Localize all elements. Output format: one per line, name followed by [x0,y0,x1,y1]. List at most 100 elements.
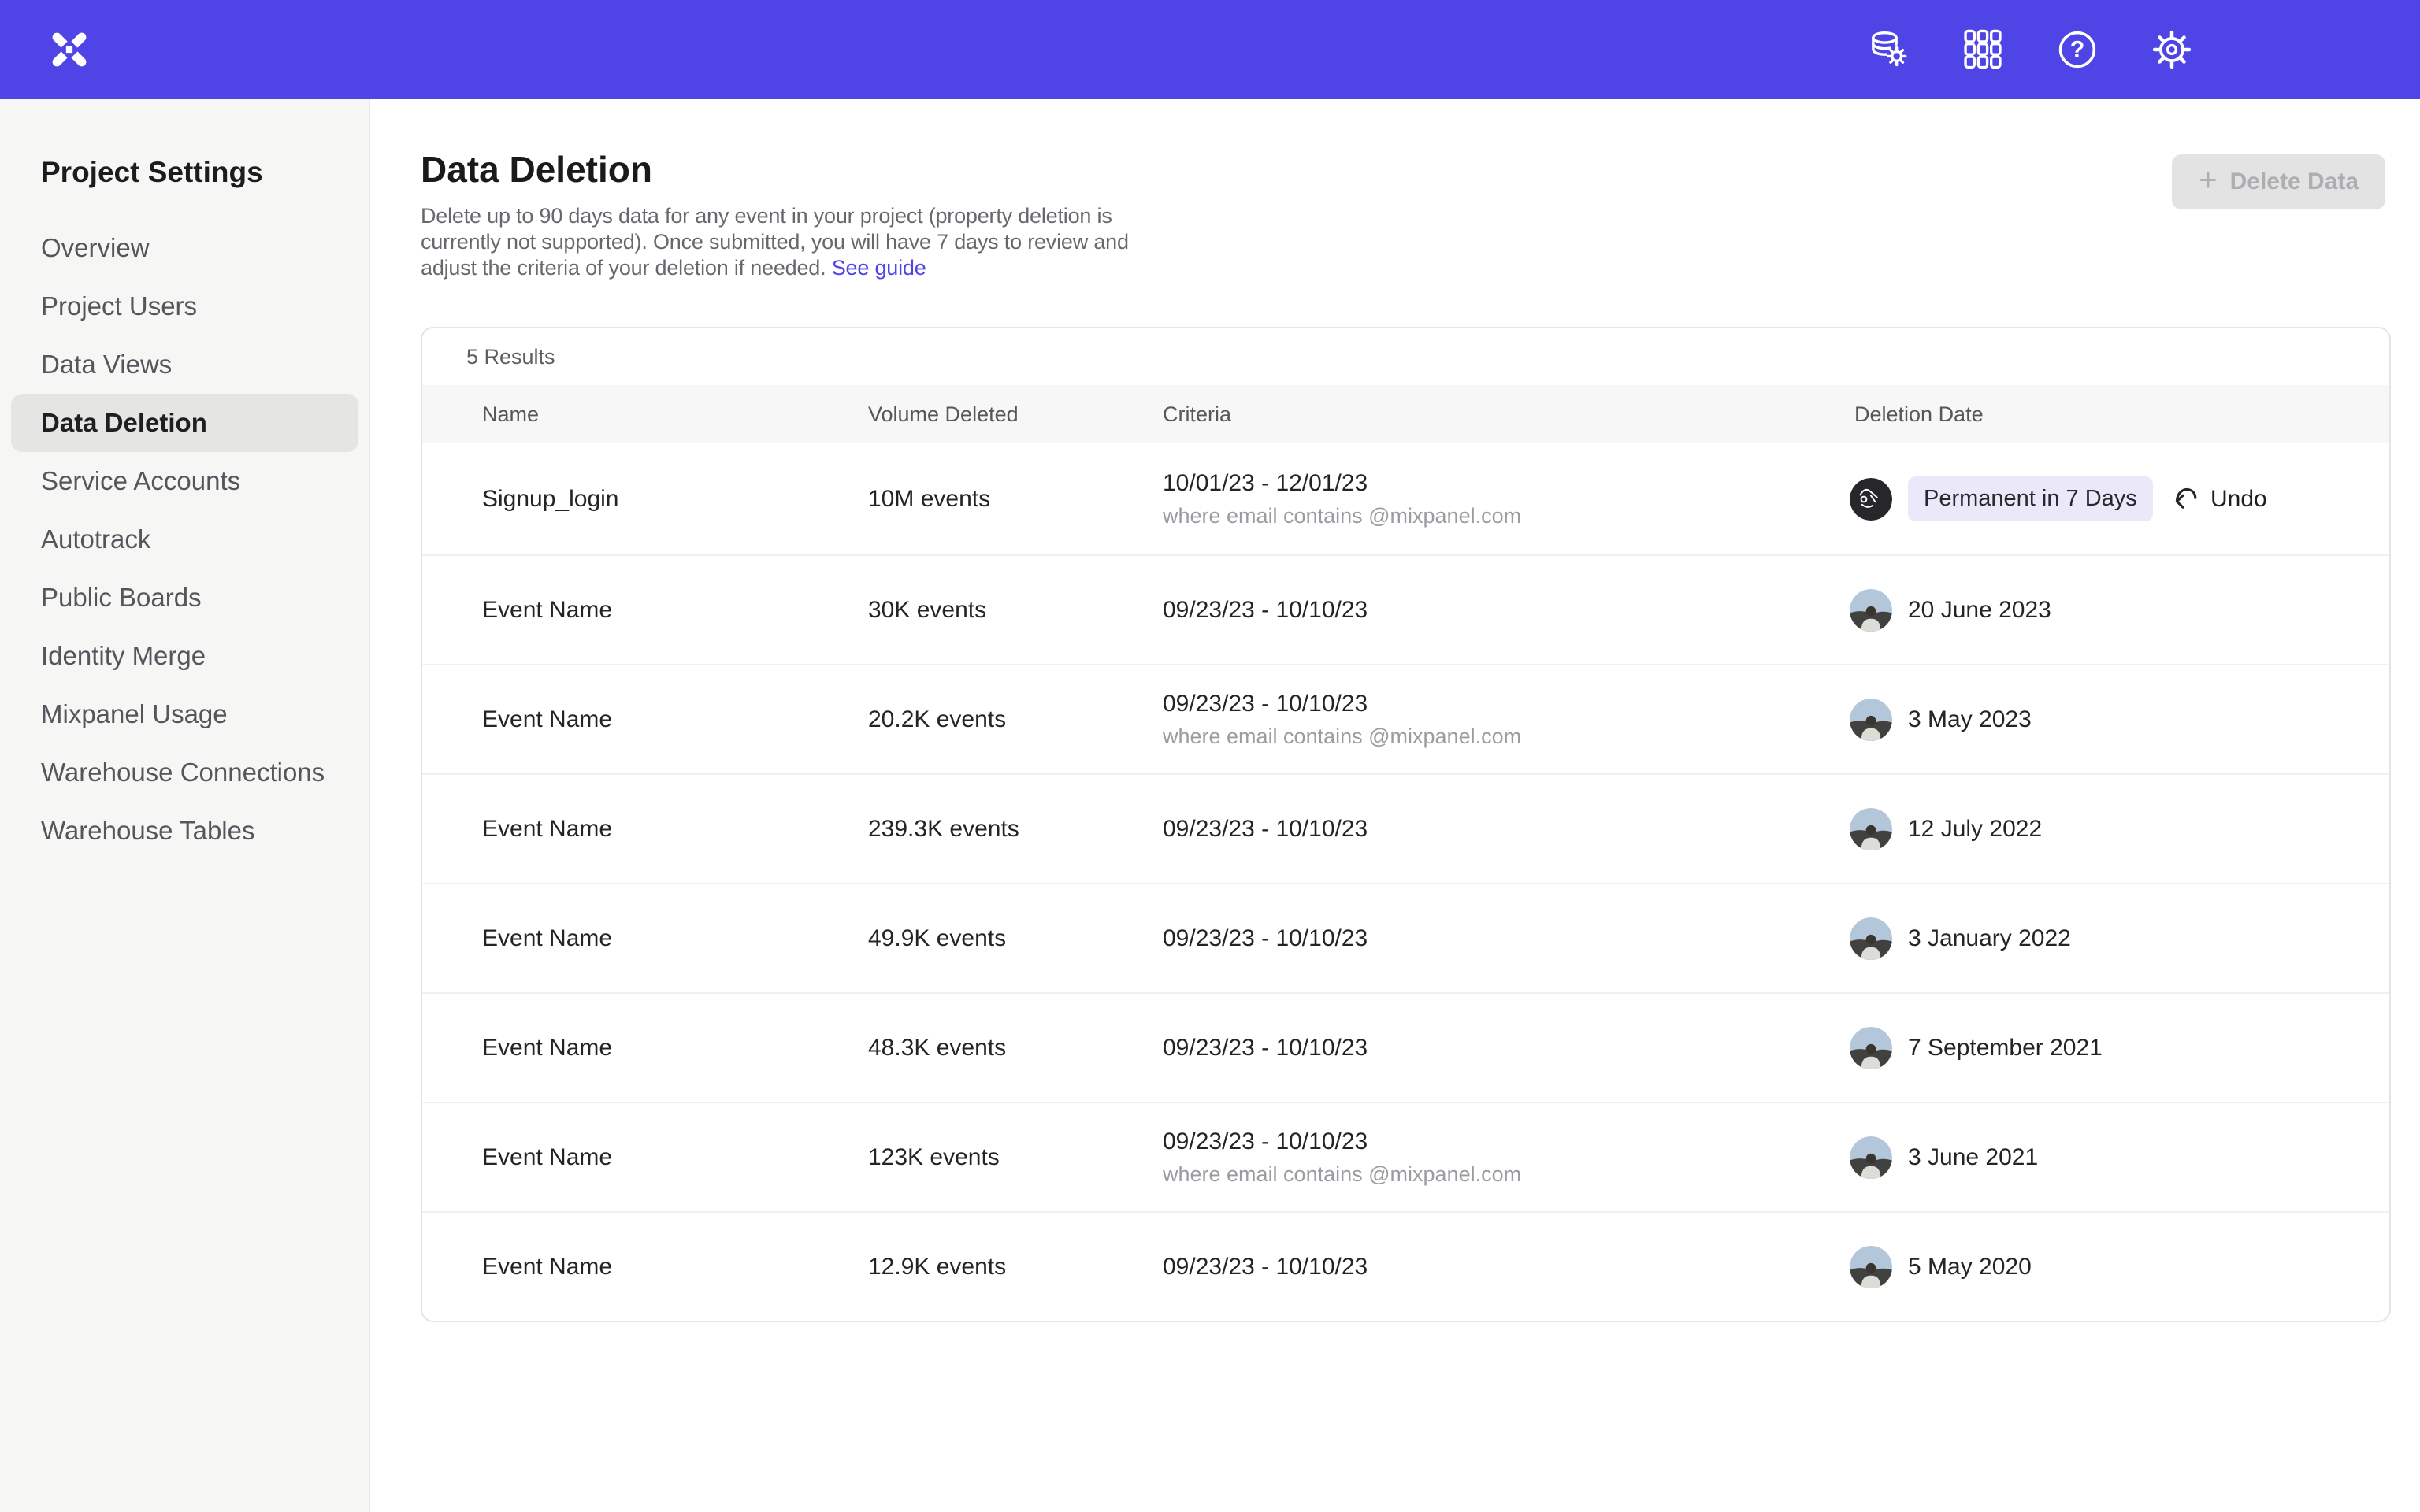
table-header-row: NameVolume DeletedCriteriaDeletion Date [422,385,2389,443]
sidebar-item-public-boards[interactable]: Public Boards [0,569,369,627]
topbar-icon-group: ? [1867,28,2193,71]
see-guide-link[interactable]: See guide [832,256,926,280]
mixpanel-logo-icon[interactable] [50,32,88,67]
volume-deleted-cell: 123K events [868,1103,1000,1211]
table-row: Event Name 12.9K events 09/23/23 - 10/10/2… [422,1211,2389,1321]
user-avatar [1850,1027,1892,1069]
deletion-date-text: 20 June 2023 [1908,597,2051,624]
user-avatar [1850,917,1892,960]
status-badge: Permanent in 7 Days [1908,476,2153,521]
user-avatar [1850,1246,1892,1288]
user-avatar [1850,699,1892,741]
criteria-date-range: 10/01/23 - 12/01/23 [1163,470,1368,497]
event-name-cell: Event Name [482,884,612,992]
volume-deleted-cell: 239.3K events [868,775,1019,883]
deletion-date-text: 3 June 2021 [1908,1144,2038,1171]
deletion-date-text: 7 September 2021 [1908,1035,2103,1062]
column-header-name: Name [482,385,539,443]
sidebar-item-warehouse-connections[interactable]: Warehouse Connections [0,743,369,802]
help-icon[interactable]: ? [2056,28,2099,71]
event-name-cell: Event Name [482,1103,612,1211]
sidebar-item-warehouse-tables[interactable]: Warehouse Tables [0,802,369,860]
page-title: Data Deletion [421,148,652,191]
settings-gear-icon[interactable] [2151,28,2193,71]
criteria-where-clause: where email contains @mixpanel.com [1163,504,1521,528]
user-avatar [1850,1136,1892,1179]
sidebar-item-service-accounts[interactable]: Service Accounts [0,452,369,510]
criteria-date-range: 09/23/23 - 10/10/23 [1163,1128,1368,1155]
sidebar-title: Project Settings [41,156,369,189]
criteria-where-clause: where email contains @mixpanel.com [1163,1162,1521,1187]
deletion-date-cell: 7 September 2021 [1850,994,2103,1102]
deletion-date-cell: 20 June 2023 [1850,556,2051,664]
event-name-cell: Event Name [482,665,612,773]
deletion-date-cell: 12 July 2022 [1850,775,2042,883]
criteria-cell: 10/01/23 - 12/01/23 where email contains … [1163,443,1521,554]
svg-text:?: ? [2070,37,2085,63]
page-description: Delete up to 90 days data for any event … [421,203,1149,281]
criteria-cell: 09/23/23 - 10/10/23 where email contains … [1163,1103,1521,1211]
sidebar-item-identity-merge[interactable]: Identity Merge [0,627,369,685]
criteria-where-clause: where email contains @mixpanel.com [1163,724,1521,749]
user-avatar [1850,808,1892,850]
criteria-date-range: 09/23/23 - 10/10/23 [1163,816,1368,843]
deletion-date-cell: 3 June 2021 [1850,1103,2038,1211]
event-name-cell: Signup_login [482,443,618,554]
volume-deleted-cell: 30K events [868,556,986,664]
sidebar-item-overview[interactable]: Overview [0,219,369,277]
page-description-text: Delete up to 90 days data for any event … [421,204,1129,280]
deletion-date-cell: 5 May 2020 [1850,1213,2032,1321]
deletion-date-text: 12 July 2022 [1908,816,2042,843]
criteria-cell: 09/23/23 - 10/10/23 where email contains … [1163,665,1521,773]
criteria-date-range: 09/23/23 - 10/10/23 [1163,1035,1368,1062]
user-avatar [1850,478,1892,521]
event-name-cell: Event Name [482,556,612,664]
event-name-cell: Event Name [482,775,612,883]
deletion-date-cell: 3 January 2022 [1850,884,2071,992]
volume-deleted-cell: 48.3K events [868,994,1006,1102]
criteria-cell: 09/23/23 - 10/10/23 [1163,994,1368,1102]
user-avatar [1850,589,1892,632]
volume-deleted-cell: 20.2K events [868,665,1006,773]
delete-data-button-label: Delete Data [2230,169,2359,195]
sidebar-item-data-deletion[interactable]: Data Deletion [11,394,358,452]
event-name-cell: Event Name [482,1213,612,1321]
deletion-date-text: 3 May 2023 [1908,706,2032,733]
criteria-date-range: 09/23/23 - 10/10/23 [1163,925,1368,952]
top-nav-bar: ? [0,0,2420,99]
volume-deleted-cell: 49.9K events [868,884,1006,992]
column-header-deletion-date: Deletion Date [1854,385,1984,443]
volume-deleted-cell: 12.9K events [868,1213,1006,1321]
delete-data-button[interactable]: + Delete Data [2172,154,2385,209]
criteria-cell: 09/23/23 - 10/10/23 [1163,775,1368,883]
criteria-cell: 09/23/23 - 10/10/23 [1163,1213,1368,1321]
criteria-date-range: 09/23/23 - 10/10/23 [1163,1254,1368,1280]
table-row: Event Name 48.3K events 09/23/23 - 10/10/2… [422,992,2389,1102]
deletion-date-cell: 3 May 2023 [1850,665,2032,773]
deletion-table-card: 5 Results NameVolume DeletedCriteriaDele… [421,327,2391,1322]
sidebar: Project Settings OverviewProject UsersDa… [0,99,370,1512]
event-name-cell: Event Name [482,994,612,1102]
sidebar-item-mixpanel-usage[interactable]: Mixpanel Usage [0,685,369,743]
data-management-icon[interactable] [1867,28,1910,71]
table-row: Event Name 30K events 09/23/23 - 10/10/23 2… [422,554,2389,664]
table-row: Event Name 20.2K events 09/23/23 - 10/10/2… [422,664,2389,773]
table-row: Event Name 239.3K events 09/23/23 - 10/10/… [422,773,2389,883]
undo-button[interactable]: Undo [2171,443,2267,554]
criteria-date-range: 09/23/23 - 10/10/23 [1163,597,1368,624]
table-row: Event Name 49.9K events 09/23/23 - 10/10/2… [422,883,2389,992]
deletion-date-cell: Permanent in 7 Days [1850,443,2153,554]
sidebar-item-data-views[interactable]: Data Views [0,335,369,394]
plus-icon: + [2199,165,2217,196]
deletion-date-text: 5 May 2020 [1908,1254,2032,1280]
undo-icon [2171,482,2199,517]
table-row: Event Name 123K events 09/23/23 - 10/10/23… [422,1102,2389,1211]
main-content: Data Deletion Delete up to 90 days data … [370,99,2420,1512]
column-header-volume-deleted: Volume Deleted [868,385,1019,443]
table-body: Signup_login10M events10/01/23 - 12/01/2… [422,443,2389,1321]
sidebar-item-project-users[interactable]: Project Users [0,277,369,335]
criteria-cell: 09/23/23 - 10/10/23 [1163,884,1368,992]
criteria-date-range: 09/23/23 - 10/10/23 [1163,691,1368,717]
sidebar-item-autotrack[interactable]: Autotrack [0,510,369,569]
apps-grid-icon[interactable] [1962,28,2004,71]
